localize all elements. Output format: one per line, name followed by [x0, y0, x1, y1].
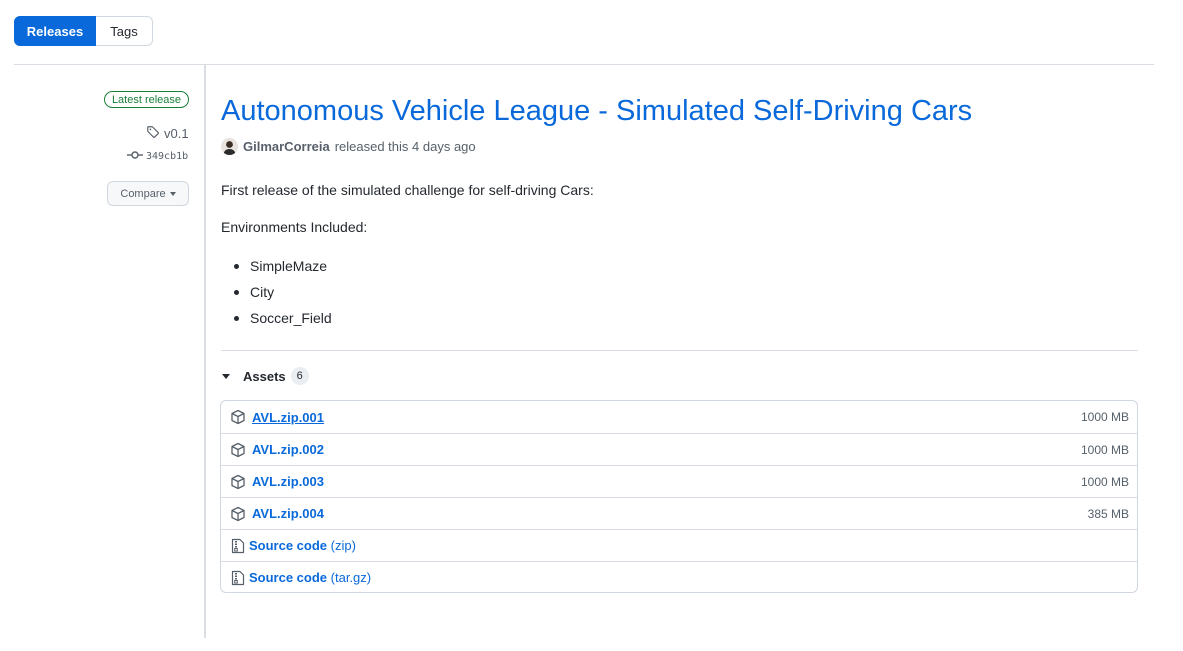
source-code-label: Source code	[249, 570, 328, 585]
package-icon	[231, 474, 245, 490]
assets-divider	[221, 350, 1138, 351]
asset-link[interactable]: AVL.zip.004	[252, 506, 324, 521]
tab-releases[interactable]: Releases	[14, 16, 96, 46]
release-tag[interactable]: v0.1	[146, 125, 189, 142]
environments-list: SimpleMaze City Soccer_Field	[231, 256, 332, 334]
asset-size: 1000 MB	[1080, 442, 1129, 457]
asset-size: 1000 MB	[1080, 410, 1129, 424]
asset-row: AVL.zip.004 385 MB	[221, 497, 1137, 529]
avatar[interactable]	[221, 138, 238, 155]
commit-sha: 349cb1b	[146, 151, 189, 162]
triangle-down-icon	[222, 373, 230, 379]
source-code-suffix: (zip)	[330, 538, 356, 553]
source-code-targz-link[interactable]: Source code (tar.gz)	[249, 570, 371, 585]
package-icon	[231, 506, 245, 522]
source-code-zip-link[interactable]: Source code (zip)	[249, 538, 356, 553]
latest-release-badge: Latest release	[104, 91, 189, 108]
source-code-label: Source code	[249, 538, 328, 553]
release-byline: GilmarCorreia released this 4 days ago	[221, 138, 476, 155]
assets-count-badge: 6	[290, 367, 309, 385]
assets-label: Assets	[243, 368, 286, 384]
environments-heading: Environments Included:	[221, 219, 368, 235]
timeline-line	[204, 65, 206, 638]
tag-label: v0.1	[164, 126, 189, 141]
asset-size: 1000 MB	[1080, 474, 1129, 489]
asset-row: Source code (zip)	[221, 529, 1137, 561]
asset-row: AVL.zip.003 1000 MB	[221, 465, 1137, 497]
file-zip-icon	[231, 538, 245, 554]
caret-down-icon	[169, 191, 176, 196]
assets-list: AVL.zip.001 1000 MB AVL.zip.002 1000 MB …	[220, 400, 1138, 593]
tag-icon	[146, 125, 160, 142]
source-code-suffix: (tar.gz)	[330, 570, 372, 585]
asset-link[interactable]: AVL.zip.001	[252, 410, 324, 425]
asset-row: AVL.zip.001 1000 MB	[221, 401, 1137, 433]
compare-label: Compare	[120, 187, 166, 200]
list-item: City	[231, 282, 332, 308]
list-item: SimpleMaze	[231, 256, 332, 282]
release-author[interactable]: GilmarCorreia	[243, 139, 330, 154]
asset-row: Source code (tar.gz)	[221, 561, 1137, 592]
asset-size: 385 MB	[1087, 506, 1129, 521]
file-zip-icon	[231, 570, 245, 586]
package-icon	[231, 442, 245, 458]
release-commit[interactable]: 349cb1b	[127, 150, 188, 163]
release-time: released this 4 days ago	[334, 139, 476, 154]
asset-link[interactable]: AVL.zip.002	[252, 442, 324, 457]
compare-button[interactable]: Compare	[107, 181, 189, 206]
asset-row: AVL.zip.002 1000 MB	[221, 433, 1137, 465]
releases-tags-tabs: Releases Tags	[14, 16, 153, 46]
list-item: Soccer_Field	[231, 308, 332, 334]
top-divider	[14, 64, 1154, 65]
release-description: First release of the simulated challenge…	[221, 182, 594, 198]
releases-page: Releases Tags Latest release v0.1 349cb1…	[0, 0, 1183, 651]
commit-icon	[127, 150, 143, 163]
tab-tags[interactable]: Tags	[96, 16, 153, 46]
release-title[interactable]: Autonomous Vehicle League - Simulated Se…	[221, 92, 972, 130]
assets-toggle[interactable]: Assets 6	[222, 367, 309, 385]
package-icon	[231, 409, 245, 425]
asset-link[interactable]: AVL.zip.003	[252, 474, 324, 489]
